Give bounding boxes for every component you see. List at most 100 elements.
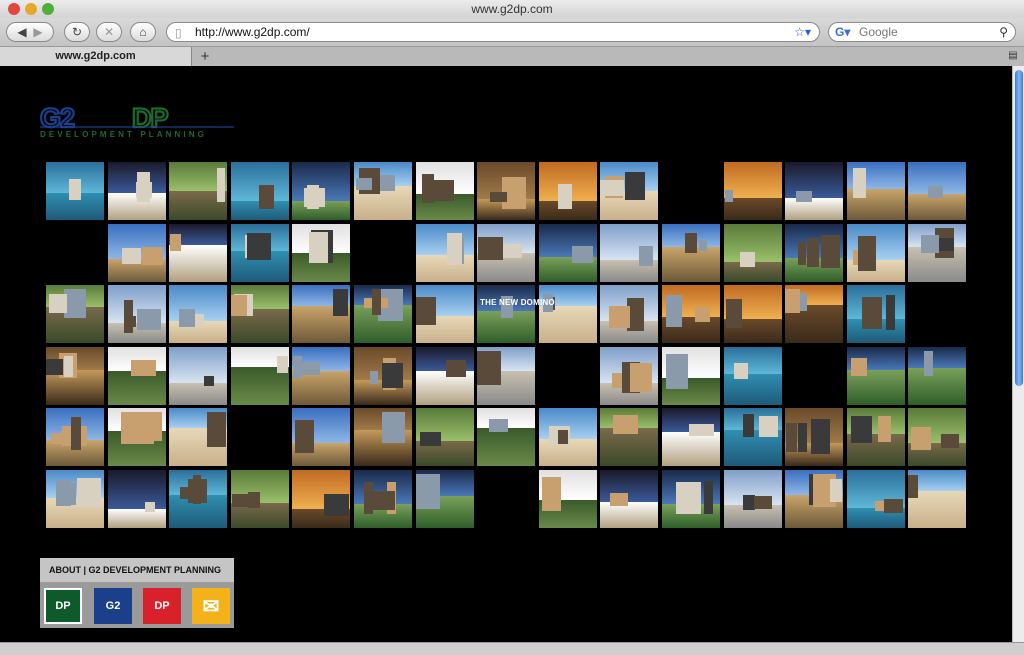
project-thumbnail[interactable] [785,285,843,343]
project-thumbnail[interactable] [539,408,597,466]
project-thumbnail[interactable] [785,470,843,528]
project-thumbnail[interactable] [477,408,535,466]
address-text[interactable]: http://www.g2dp.com/ [195,25,310,39]
project-thumbnail[interactable] [785,408,843,466]
project-thumbnail[interactable] [847,408,905,466]
project-thumbnail[interactable] [169,285,227,343]
project-thumbnail[interactable] [600,347,658,405]
project-thumbnail[interactable] [292,224,350,282]
project-thumbnail[interactable] [785,224,843,282]
project-thumbnail[interactable] [354,162,412,220]
project-thumbnail[interactable] [231,224,289,282]
project-thumbnail[interactable] [908,408,966,466]
project-thumbnail[interactable] [908,347,966,405]
project-thumbnail[interactable] [847,470,905,528]
project-thumbnail[interactable] [416,408,474,466]
forward-icon[interactable]: ▶ [33,25,42,39]
project-thumbnail[interactable] [46,470,104,528]
project-thumbnail[interactable] [724,470,782,528]
vertical-scrollbar[interactable] [1012,66,1024,642]
about-title[interactable]: ABOUT | G2 DEVELOPMENT PLANNING [40,558,234,582]
project-thumbnail[interactable] [662,285,720,343]
project-thumbnail[interactable] [169,408,227,466]
project-thumbnail[interactable] [847,224,905,282]
project-thumbnail[interactable] [108,285,166,343]
project-thumbnail[interactable] [600,285,658,343]
project-thumbnail[interactable] [46,162,104,220]
project-thumbnail[interactable] [539,162,597,220]
project-thumbnail[interactable] [724,408,782,466]
project-thumbnail[interactable] [416,470,474,528]
project-thumbnail[interactable] [231,285,289,343]
project-thumbnail[interactable] [108,224,166,282]
project-thumbnail[interactable] [292,347,350,405]
project-thumbnail[interactable] [231,347,289,405]
project-thumbnail[interactable] [108,408,166,466]
project-thumbnail[interactable] [785,162,843,220]
project-thumbnail[interactable] [292,408,350,466]
project-thumbnail[interactable] [908,470,966,528]
project-thumbnail[interactable] [231,162,289,220]
project-thumbnail[interactable] [600,470,658,528]
back-forward-buttons[interactable]: ◀ ▶ [6,22,54,42]
project-thumbnail[interactable] [46,285,104,343]
g2dp-logo[interactable]: G2 DP DEVELOPMENT PLANNING [39,102,240,142]
project-thumbnail[interactable] [847,347,905,405]
stop-button[interactable]: ✕ [96,22,122,42]
project-thumbnail[interactable] [46,408,104,466]
g2-button[interactable]: G2 [94,588,132,624]
back-icon[interactable]: ◀ [17,25,26,39]
project-thumbnail[interactable] [600,408,658,466]
bookmark-star-icon[interactable]: ☆▾ [794,23,811,41]
project-thumbnail[interactable] [847,162,905,220]
address-bar[interactable]: ▯ http://www.g2dp.com/ ☆▾ [166,22,820,42]
project-thumbnail[interactable] [908,162,966,220]
reload-button[interactable]: ↻ [64,22,90,42]
mail-button[interactable]: ✉ [192,588,230,624]
project-thumbnail[interactable] [108,162,166,220]
project-thumbnail[interactable] [477,162,535,220]
close-window-button[interactable] [8,3,20,15]
project-thumbnail[interactable] [292,470,350,528]
project-thumbnail[interactable] [539,224,597,282]
project-thumbnail[interactable] [416,224,474,282]
home-button[interactable]: ⌂ [130,22,156,42]
project-thumbnail[interactable] [169,347,227,405]
project-thumbnail[interactable] [354,285,412,343]
project-thumbnail[interactable] [662,408,720,466]
project-thumbnail[interactable] [354,408,412,466]
project-thumbnail[interactable] [108,470,166,528]
project-thumbnail[interactable] [724,162,782,220]
project-thumbnail[interactable] [292,162,350,220]
project-thumbnail[interactable] [539,470,597,528]
dp-button[interactable]: DP [44,588,82,624]
project-thumbnail[interactable] [108,347,166,405]
project-thumbnail[interactable] [662,224,720,282]
zoom-window-button[interactable] [42,3,54,15]
project-thumbnail[interactable] [477,347,535,405]
tab-g2dp[interactable]: www.g2dp.com [0,47,192,66]
project-thumbnail[interactable] [662,347,720,405]
scrollbar-thumb[interactable] [1015,70,1023,386]
project-thumbnail[interactable] [662,470,720,528]
minimize-window-button[interactable] [25,3,37,15]
project-thumbnail[interactable] [908,224,966,282]
project-thumbnail[interactable] [354,347,412,405]
project-thumbnail[interactable] [292,285,350,343]
project-thumbnail[interactable] [416,347,474,405]
project-thumbnail[interactable] [539,285,597,343]
project-thumbnail[interactable] [477,224,535,282]
project-thumbnail[interactable] [724,224,782,282]
project-thumbnail[interactable] [477,285,535,343]
project-thumbnail[interactable] [416,162,474,220]
project-thumbnail[interactable] [354,470,412,528]
search-field[interactable]: G▾ Google ⚲ [828,22,1016,42]
project-thumbnail[interactable] [416,285,474,343]
project-thumbnail[interactable] [724,347,782,405]
project-thumbnail[interactable] [600,162,658,220]
project-thumbnail[interactable] [724,285,782,343]
project-thumbnail[interactable] [847,285,905,343]
new-tab-button[interactable]: + [194,48,216,65]
project-thumbnail[interactable] [169,470,227,528]
project-thumbnail[interactable] [600,224,658,282]
